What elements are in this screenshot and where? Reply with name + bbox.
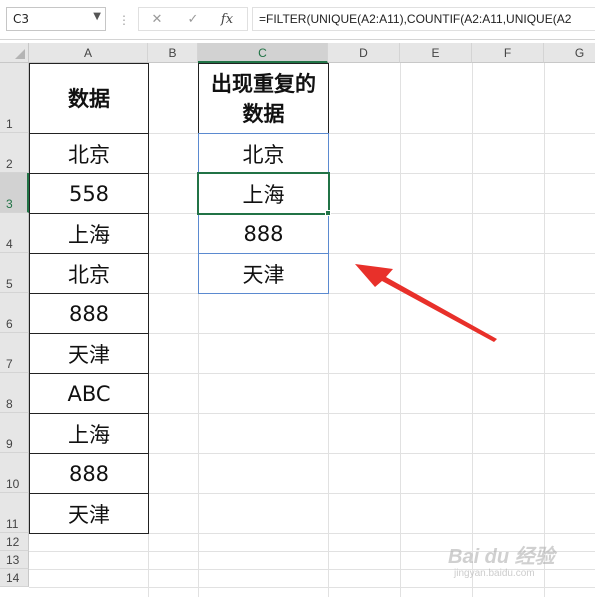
cancel-icon[interactable]: ✕ [147, 11, 167, 29]
red-arrow-icon [355, 264, 497, 342]
chevron-down-icon[interactable]: ▼ [93, 11, 101, 22]
baidu-jingyan-watermark: Bai du 经验 jingyan.baidu.com [448, 540, 588, 590]
formula-input[interactable]: =FILTER(UNIQUE(A2:A11),COUNTIF(A2:A11,UN… [252, 7, 595, 31]
annotation-arrow [355, 264, 497, 342]
formula-bar-divider-icon: ⋮ [118, 13, 130, 27]
worksheet-grid[interactable]: A B C D E F G 1 2 3 4 5 6 7 8 9 10 11 12… [0, 43, 595, 597]
enter-icon[interactable]: ✓ [183, 11, 203, 29]
insert-function-icon[interactable]: fx [217, 11, 237, 29]
formula-buttons: ✕ ✓ fx [138, 7, 248, 31]
name-box[interactable]: C3 ▼ [6, 7, 106, 31]
formula-bar: C3 ▼ ⋮ ✕ ✓ fx =FILTER(UNIQUE(A2:A11),COU… [0, 0, 595, 40]
watermark-brand: Bai du 经验 [448, 546, 555, 568]
name-box-value: C3 [13, 12, 30, 26]
watermark-url: jingyan.baidu.com [454, 568, 535, 579]
